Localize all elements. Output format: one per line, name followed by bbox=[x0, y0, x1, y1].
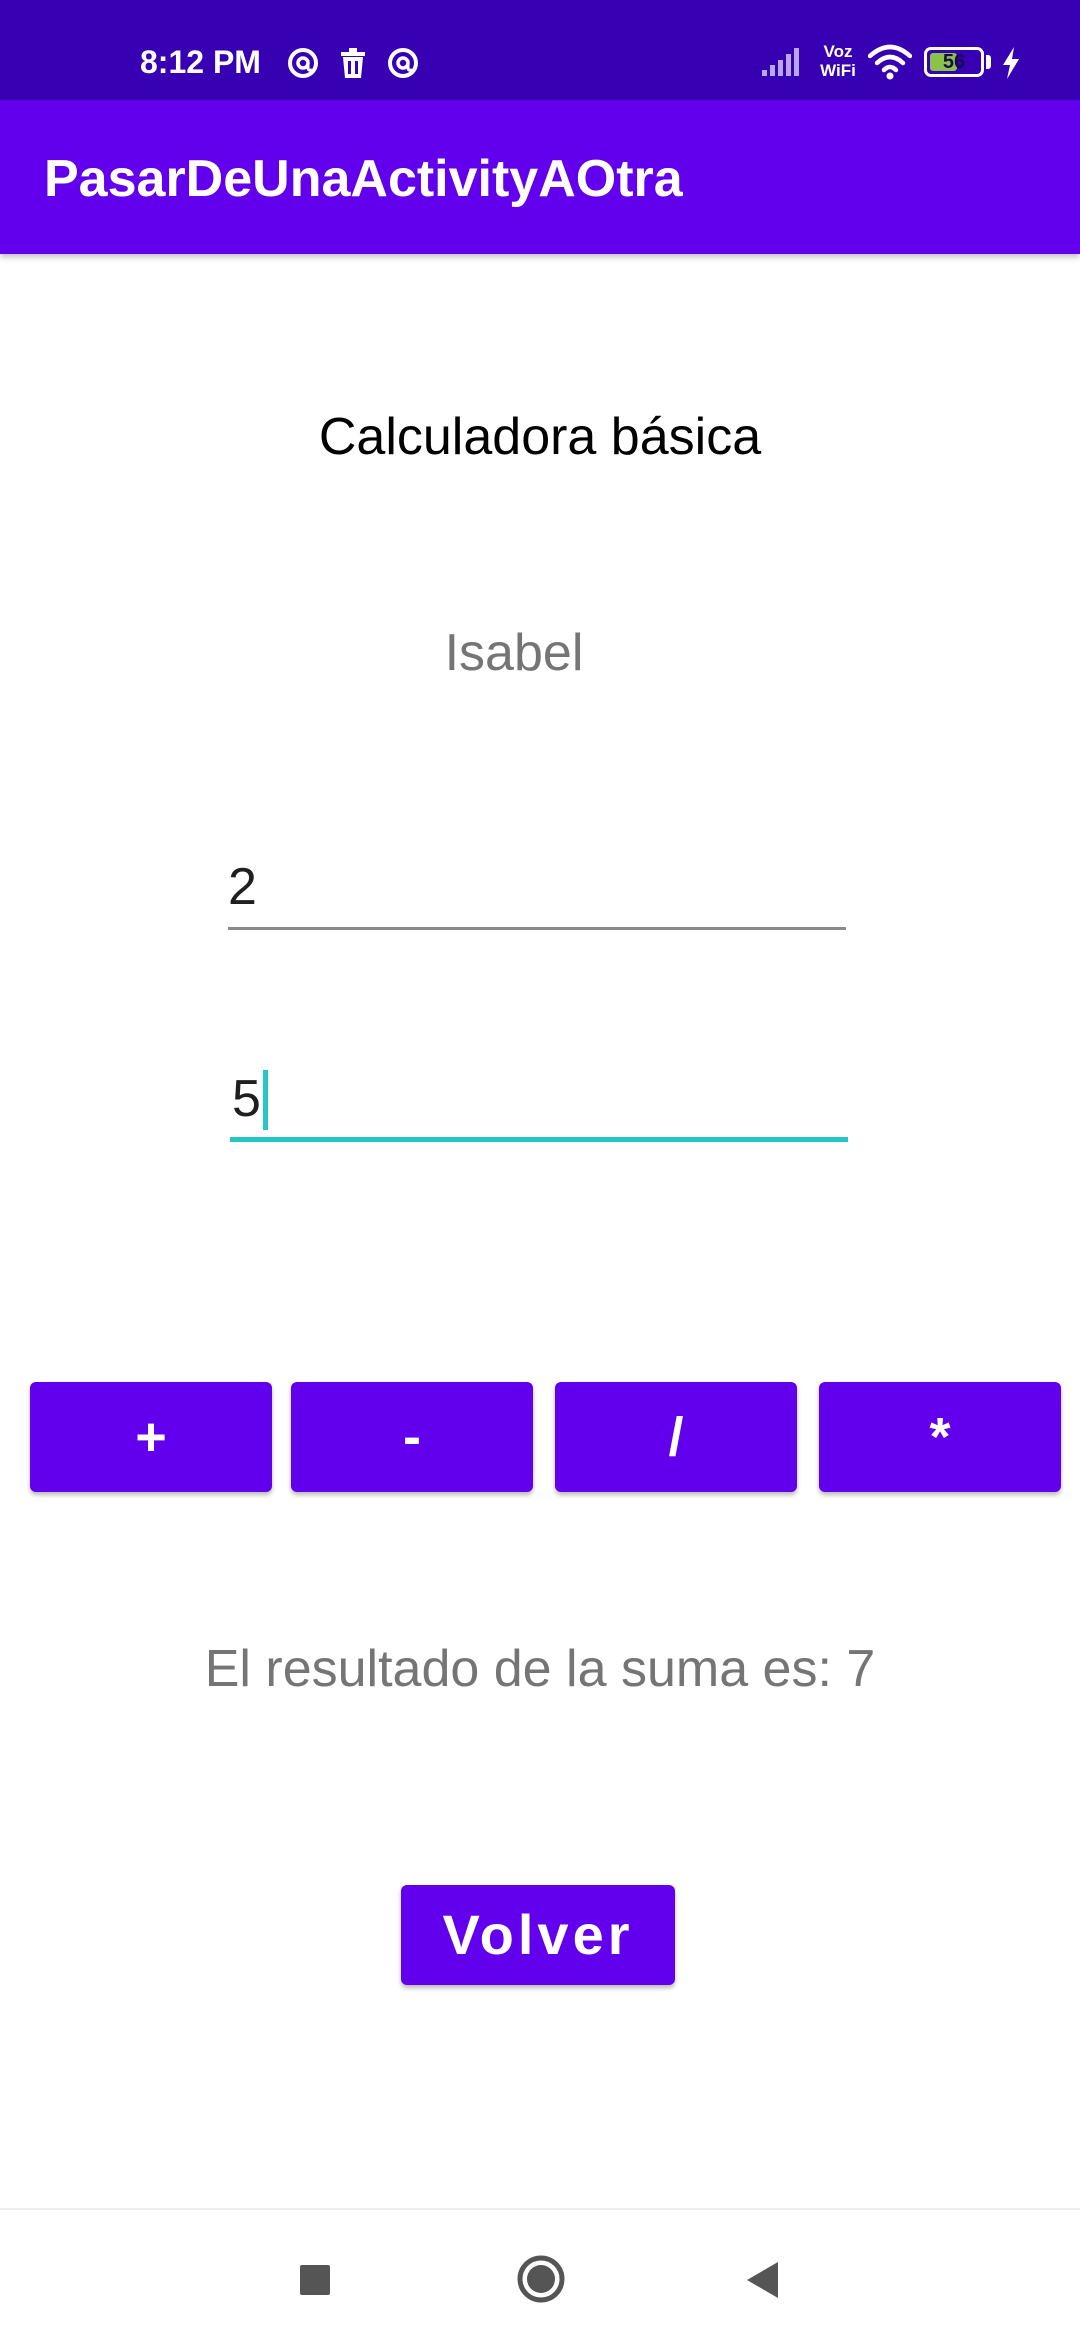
app-title: PasarDeUnaActivityAOtra bbox=[44, 150, 683, 208]
page-title: Calculadora básica bbox=[318, 408, 762, 466]
second-number-value: 5 bbox=[232, 1070, 261, 1128]
first-number-value: 2 bbox=[228, 858, 257, 916]
signal-icon bbox=[762, 48, 799, 76]
recents-square-icon[interactable] bbox=[300, 2265, 330, 2295]
status-time: 8:12 PM bbox=[140, 44, 261, 80]
voz-wifi-indicator: Voz WiFi bbox=[820, 42, 856, 80]
add-button[interactable]: + bbox=[30, 1382, 272, 1492]
at-sign-icon bbox=[288, 48, 318, 78]
trash-icon bbox=[341, 48, 365, 78]
status-bar: 8:12 PM Voz WiFi 56 bbox=[0, 0, 1080, 100]
text-cursor bbox=[262, 1070, 268, 1130]
subtract-button[interactable]: - bbox=[291, 1382, 533, 1492]
divide-button[interactable]: / bbox=[555, 1382, 797, 1492]
navigation-bar bbox=[0, 2208, 1080, 2340]
back-triangle-icon[interactable] bbox=[744, 2260, 780, 2300]
battery-level: 56 bbox=[942, 51, 966, 73]
at-sign-icon bbox=[388, 48, 418, 78]
second-number-input[interactable]: 5 bbox=[230, 1068, 848, 1142]
first-number-input[interactable]: 2 bbox=[228, 856, 846, 930]
name-label: Isabel bbox=[444, 624, 584, 682]
back-button[interactable]: Volver bbox=[401, 1885, 675, 1985]
result-text: El resultado de la suma es: 7 bbox=[204, 1640, 876, 1698]
multiply-button[interactable]: * bbox=[819, 1382, 1061, 1492]
battery-cap bbox=[986, 55, 991, 69]
app-bar: PasarDeUnaActivityAOtra bbox=[0, 100, 1080, 254]
battery-icon: 56 bbox=[924, 47, 984, 77]
wifi-icon bbox=[868, 44, 912, 80]
home-circle-icon[interactable] bbox=[516, 2254, 566, 2304]
charging-bolt-icon bbox=[1003, 47, 1019, 79]
